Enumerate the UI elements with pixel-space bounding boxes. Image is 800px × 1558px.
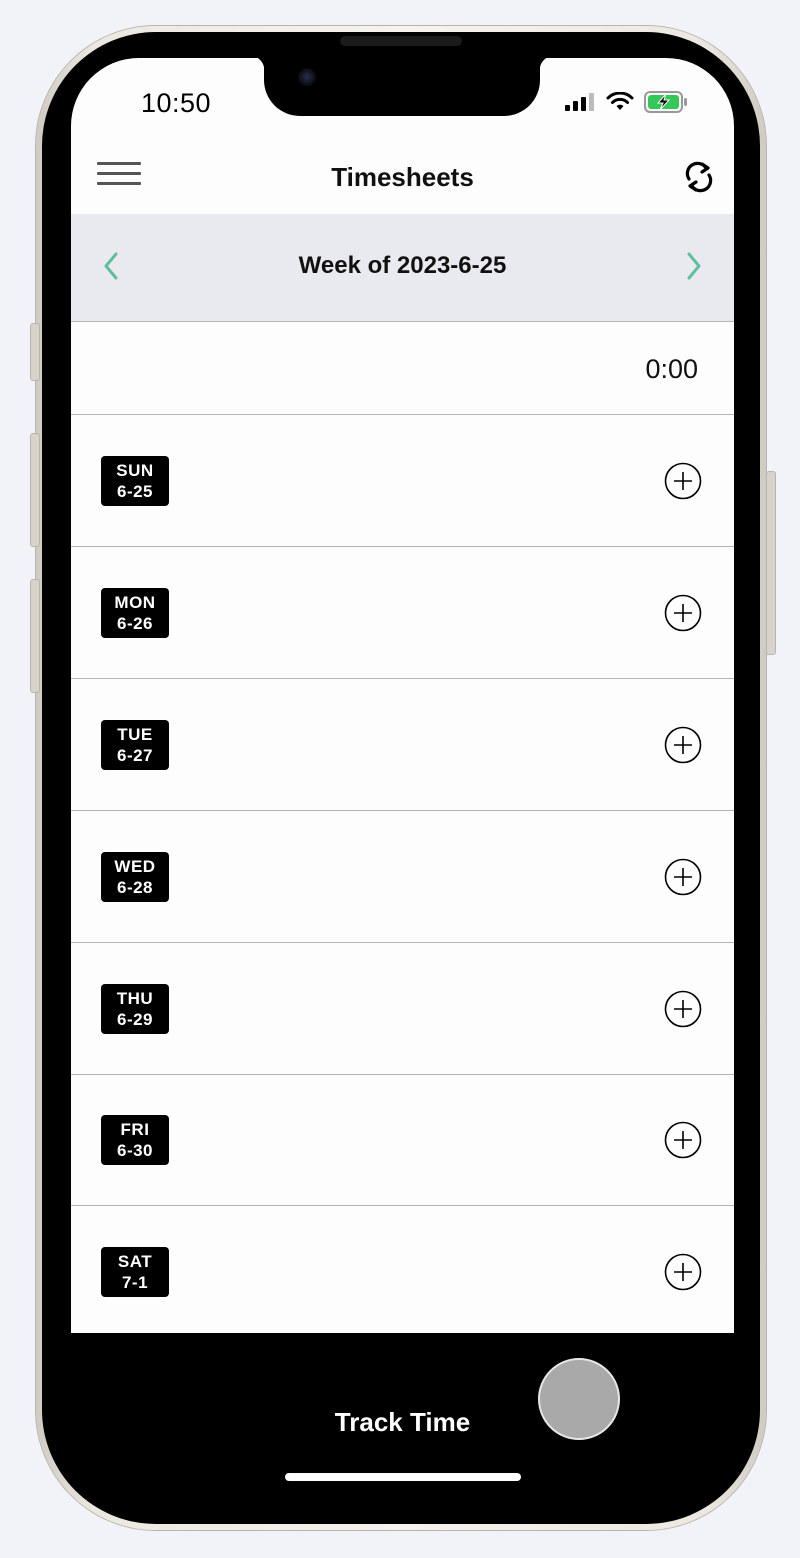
day-name: TUE: [117, 725, 153, 744]
add-entry-icon[interactable]: [664, 726, 702, 764]
week-title: Week of 2023-6-25: [298, 252, 507, 279]
day-name: MON: [114, 593, 156, 612]
day-date: 6-26: [116, 614, 154, 633]
app-header: Timesheets: [71, 140, 734, 215]
status-time: 10:50: [141, 88, 212, 118]
track-time-bar: Track Time: [71, 1333, 734, 1468]
volume-up-button: [30, 433, 40, 547]
wifi-icon: [606, 92, 634, 110]
battery-charging-icon: [644, 91, 687, 113]
day-badge: WED 6-28: [101, 852, 169, 902]
day-badge: FRI 6-30: [101, 1115, 169, 1165]
day-badge: SUN 6-25: [101, 456, 169, 506]
page-title: Timesheets: [331, 162, 474, 192]
add-entry-icon[interactable]: [664, 1253, 702, 1291]
day-row-wed[interactable]: WED 6-28: [71, 811, 734, 943]
day-badge: THU 6-29: [101, 984, 169, 1034]
day-row-sat[interactable]: SAT 7-1: [71, 1206, 734, 1337]
day-date: 7-1: [121, 1273, 149, 1292]
add-entry-icon[interactable]: [664, 858, 702, 896]
refresh-icon[interactable]: [684, 160, 714, 194]
day-date: 6-30: [116, 1141, 154, 1160]
track-time-label[interactable]: Track Time: [71, 1407, 734, 1438]
status-icons: [564, 91, 688, 113]
notch: [250, 58, 554, 116]
day-date: 6-27: [116, 746, 154, 765]
day-name: FRI: [120, 1120, 150, 1139]
day-badge: SAT 7-1: [101, 1247, 169, 1297]
week-total-row: 0:00: [71, 322, 734, 415]
week-navigator: Week of 2023-6-25: [71, 214, 734, 322]
day-row-fri[interactable]: FRI 6-30: [71, 1074, 734, 1206]
week-total-hours: 0:00: [645, 354, 698, 384]
day-date: 6-28: [116, 878, 154, 897]
day-name: WED: [114, 857, 156, 876]
track-time-button[interactable]: [538, 1358, 620, 1440]
earpiece-speaker: [340, 36, 462, 46]
add-entry-icon[interactable]: [664, 594, 702, 632]
day-date: 6-25: [116, 482, 154, 501]
day-name: SAT: [117, 1252, 153, 1271]
add-entry-icon[interactable]: [664, 462, 702, 500]
day-badge: TUE 6-27: [101, 720, 169, 770]
silent-switch: [30, 323, 40, 381]
add-entry-icon[interactable]: [664, 1121, 702, 1159]
chevron-right-icon[interactable]: [684, 251, 704, 281]
cellular-signal-icon: [565, 93, 594, 111]
day-row-thu[interactable]: THU 6-29: [71, 943, 734, 1075]
day-name: THU: [116, 989, 154, 1008]
day-date: 6-29: [116, 1010, 154, 1029]
volume-down-button: [30, 579, 40, 693]
power-button: [766, 471, 776, 655]
day-row-tue[interactable]: TUE 6-27: [71, 679, 734, 811]
day-name: SUN: [116, 461, 154, 480]
add-entry-icon[interactable]: [664, 990, 702, 1028]
app-screen: 10:50 Timesheets Week of 2023-6-25 0:00 …: [71, 58, 734, 1468]
day-row-sun[interactable]: SUN 6-25: [71, 415, 734, 547]
day-badge: MON 6-26: [101, 588, 169, 638]
home-indicator: [285, 1473, 521, 1481]
day-row-mon[interactable]: MON 6-26: [71, 547, 734, 679]
front-camera: [298, 68, 316, 86]
